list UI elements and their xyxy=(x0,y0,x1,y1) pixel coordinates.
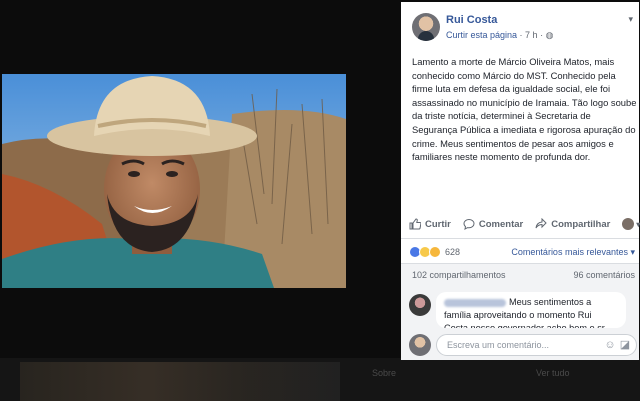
comment-input[interactable]: Escreva um comentário... ☺ ◪ xyxy=(436,334,637,356)
meta-separator: · xyxy=(517,30,526,40)
caret-down-icon: ▾ xyxy=(636,219,640,229)
like-label: Curtir xyxy=(425,218,451,230)
share-icon xyxy=(535,218,547,229)
sticker-icon[interactable]: ◪ xyxy=(619,339,631,351)
meta-dot: · xyxy=(537,30,546,40)
comment-button[interactable]: Comentar xyxy=(463,218,523,230)
background-photo xyxy=(20,362,340,401)
background-page: Sobre Ver tudo xyxy=(0,358,640,401)
post-side-panel: Rui Costa Curtir esta página · 7 h · ◍ ▾… xyxy=(401,2,640,360)
composer-avatar xyxy=(409,334,431,356)
like-button[interactable]: Curtir xyxy=(409,218,451,230)
shares-count[interactable]: 102 compartilhamentos xyxy=(412,270,506,280)
post-stats: 102 compartilhamentos 96 comentários xyxy=(401,264,639,286)
wow-reaction-icon xyxy=(429,246,441,258)
comments-section: Meus sentimentos a família aproveitando … xyxy=(401,286,639,360)
page-avatar[interactable] xyxy=(412,13,440,41)
post-time[interactable]: 7 h xyxy=(525,30,538,40)
comment-bubble: Meus sentimentos a família aproveitando … xyxy=(436,292,626,328)
comment-placeholder: Escreva um comentário... xyxy=(447,340,550,350)
background-label-about: Sobre xyxy=(372,368,397,378)
reactions-row: 628 Comentários mais relevantes ▾ xyxy=(401,238,639,264)
post-text: Lamento a morte de Márcio Oliveira Matos… xyxy=(412,56,637,163)
commenter-avatar[interactable] xyxy=(409,294,431,316)
identity-avatar xyxy=(622,218,635,230)
post-header: Rui Costa Curtir esta página · 7 h · ◍ ▾ xyxy=(401,2,639,48)
comment-sort-dropdown[interactable]: Comentários mais relevantes ▾ xyxy=(511,247,635,258)
page-name-link[interactable]: Rui Costa xyxy=(446,14,497,26)
post-actions: Curtir Comentar Compartilhar ▾ xyxy=(409,214,640,234)
thumbs-up-icon xyxy=(409,218,421,230)
share-label: Compartilhar xyxy=(551,218,611,230)
comment-composer: Escreva um comentário... ☺ ◪ xyxy=(409,333,637,357)
comment-label: Comentar xyxy=(478,218,524,230)
post-meta: Curtir esta página · 7 h · ◍ xyxy=(446,30,553,41)
post-photo[interactable] xyxy=(2,74,346,288)
comments-count[interactable]: 96 comentários xyxy=(573,270,635,280)
commenter-name-blurred[interactable] xyxy=(444,298,506,307)
share-button[interactable]: Compartilhar xyxy=(535,218,610,230)
post-options-chevron-icon[interactable]: ▾ xyxy=(628,14,633,25)
like-page-link[interactable]: Curtir esta página xyxy=(446,30,517,40)
comment-icon xyxy=(463,218,475,230)
react-as-selector[interactable]: ▾ xyxy=(622,218,640,230)
globe-icon: ◍ xyxy=(545,30,554,40)
background-label-see-all: Ver tudo xyxy=(536,368,570,378)
emoji-icon[interactable]: ☺ xyxy=(604,339,616,351)
reaction-count[interactable]: 628 xyxy=(445,247,460,257)
reaction-icons[interactable] xyxy=(409,246,441,258)
